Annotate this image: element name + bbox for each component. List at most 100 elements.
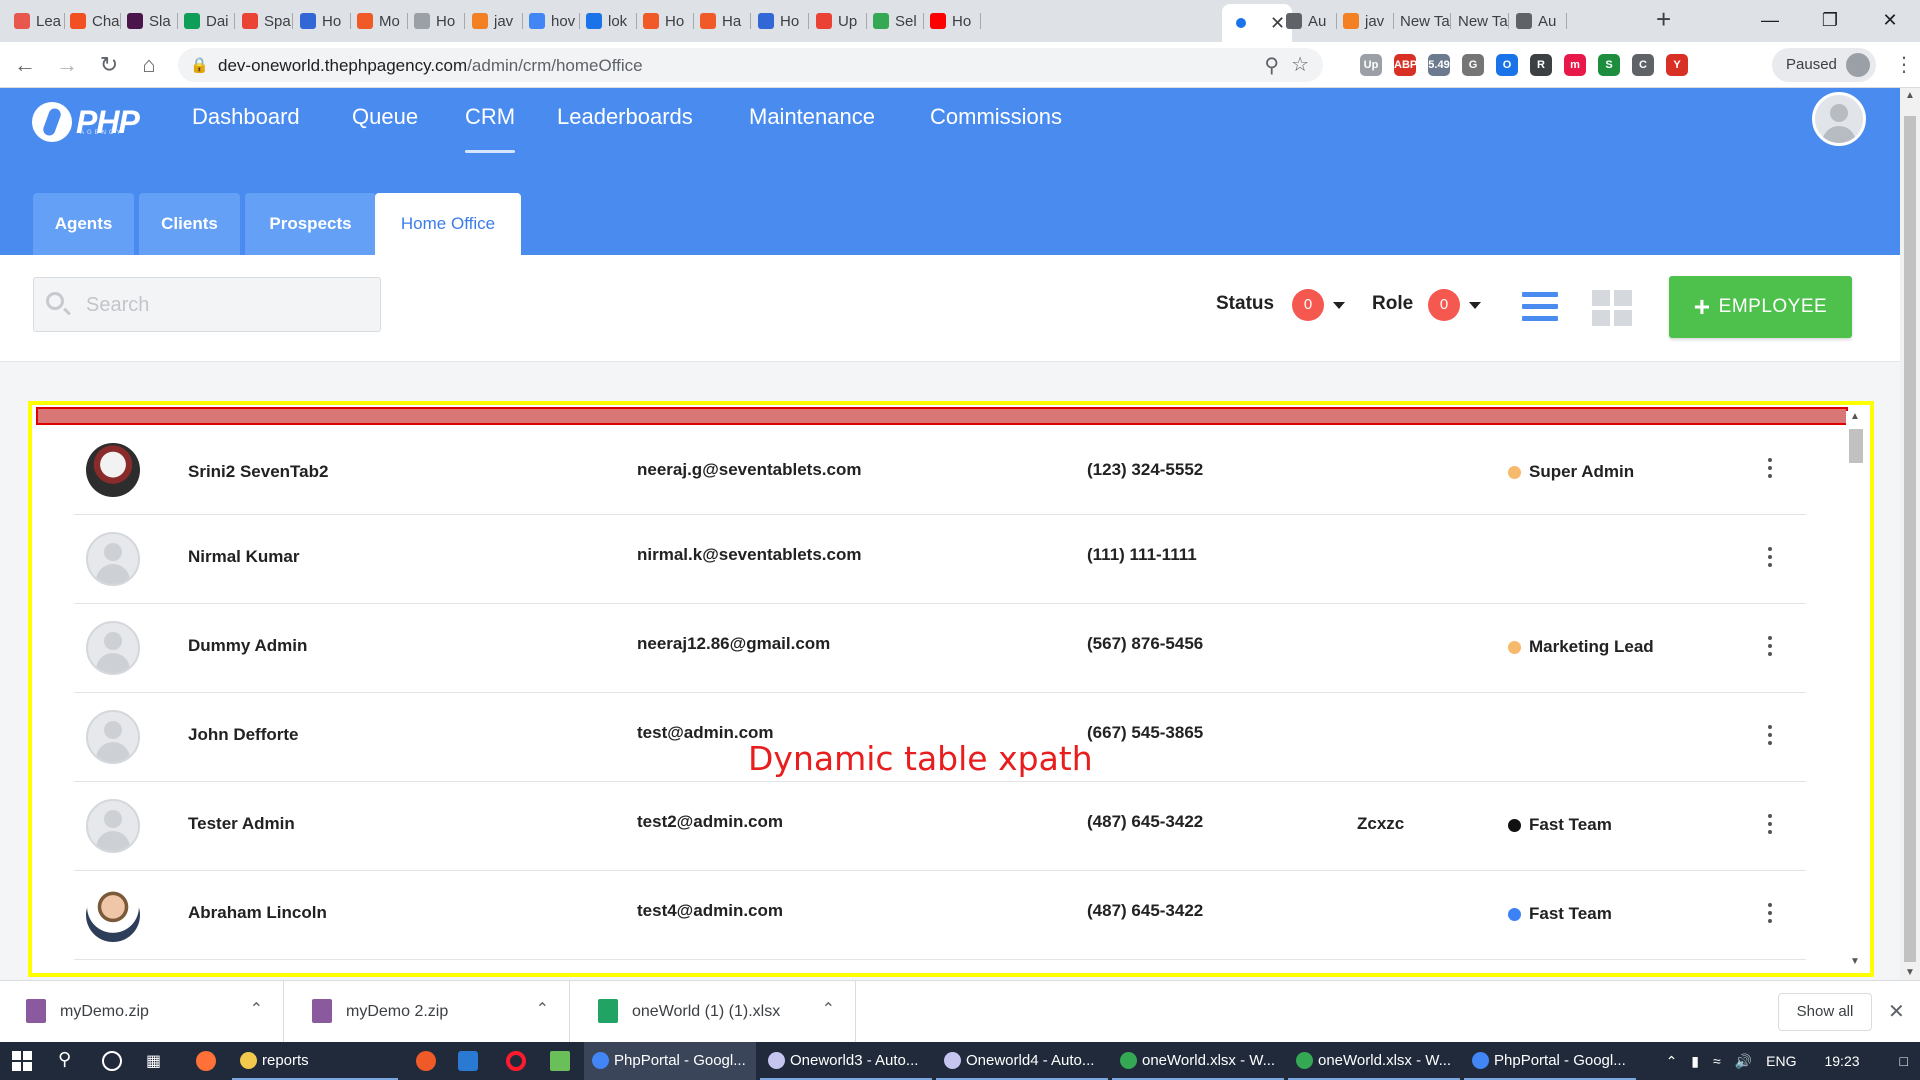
extension-icon[interactable]: ABP xyxy=(1394,54,1417,76)
language-indicator[interactable]: ENG xyxy=(1766,1053,1796,1069)
list-view-icon[interactable] xyxy=(1522,292,1558,322)
browser-menu-icon[interactable]: ⋮ xyxy=(1894,52,1914,77)
download-options-chevron-icon[interactable]: ⌃ xyxy=(822,999,835,1019)
taskbar-window-button[interactable]: Oneworld4 - Auto... xyxy=(936,1042,1108,1080)
notifications-icon[interactable]: □ xyxy=(1900,1053,1908,1069)
table-scrollbar[interactable]: ▲ ▼ xyxy=(1846,411,1864,967)
extension-icon[interactable]: Y xyxy=(1666,54,1688,76)
extension-icon[interactable]: S xyxy=(1598,54,1620,76)
cortana-icon[interactable] xyxy=(102,1051,122,1071)
firefox-icon[interactable] xyxy=(196,1051,216,1071)
browser-tab[interactable]: Ho xyxy=(637,6,694,36)
browser-tab[interactable]: New Ta xyxy=(1452,6,1509,36)
url-text[interactable]: dev-oneworld.thephpagency.com/admin/crm/… xyxy=(218,56,643,76)
table-row[interactable]: Srini2 SevenTab2 neeraj.g@seventablets.co… xyxy=(74,426,1806,515)
status-filter-caret-icon[interactable] xyxy=(1333,302,1345,309)
browser-tab[interactable]: jav xyxy=(466,6,523,36)
bookmark-star-icon[interactable]: ☆ xyxy=(1291,52,1309,77)
nav-maintenance[interactable]: Maintenance xyxy=(749,104,875,130)
browser-tab[interactable]: New Ta xyxy=(1394,6,1451,36)
download-item[interactable]: myDemo 2.zip ⌃ xyxy=(286,981,570,1043)
tab-agents[interactable]: Agents xyxy=(33,193,134,255)
table-row[interactable]: Tester Admin test2@admin.com (487) 645-342… xyxy=(74,782,1806,871)
role-filter-count[interactable]: 0 xyxy=(1428,289,1460,321)
search-input[interactable] xyxy=(86,290,366,320)
download-item[interactable]: oneWorld (1) (1).xlsx ⌃ xyxy=(572,981,856,1043)
browser-tab[interactable]: Ho xyxy=(924,6,981,36)
user-avatar[interactable] xyxy=(1812,92,1866,146)
task-view-icon[interactable]: ▦ xyxy=(146,1051,166,1071)
role-filter-label[interactable]: Role xyxy=(1372,293,1413,315)
extension-icon[interactable]: O xyxy=(1496,54,1518,76)
php-agency-logo[interactable]: PHP xyxy=(32,102,140,142)
minimize-icon[interactable]: — xyxy=(1740,0,1800,42)
notepad-icon[interactable] xyxy=(550,1051,570,1071)
browser-tab[interactable]: Ho xyxy=(752,6,809,36)
taskbar-window-button[interactable]: oneWorld.xlsx - W... xyxy=(1288,1042,1460,1080)
taskbar-window-button[interactable]: Oneworld3 - Auto... xyxy=(760,1042,932,1080)
zoom-icon[interactable]: ⚲ xyxy=(1264,53,1279,78)
table-row[interactable]: Abraham Lincoln test4@admin.com (487) 645-… xyxy=(74,871,1806,960)
browser-tab[interactable]: jav xyxy=(1337,6,1394,36)
extension-icon[interactable]: R xyxy=(1530,54,1552,76)
tray-chevron-icon[interactable]: ⌃ xyxy=(1666,1053,1678,1070)
nav-leaderboards[interactable]: Leaderboards xyxy=(557,104,693,130)
extension-icon[interactable]: 5.49 xyxy=(1428,54,1450,76)
browser-tab[interactable]: Lea xyxy=(8,6,65,36)
opera-icon[interactable] xyxy=(506,1051,526,1071)
row-actions-icon[interactable] xyxy=(1767,903,1773,923)
clock[interactable]: 19:23 xyxy=(1824,1053,1859,1069)
row-actions-icon[interactable] xyxy=(1767,814,1773,834)
browser-tab[interactable]: Dai xyxy=(178,6,235,36)
browser-tab[interactable]: lok xyxy=(580,6,637,36)
browser-tab[interactable]: Sel xyxy=(867,6,924,36)
role-filter-caret-icon[interactable] xyxy=(1469,302,1481,309)
download-options-chevron-icon[interactable]: ⌃ xyxy=(536,999,549,1019)
nav-dashboard[interactable]: Dashboard xyxy=(192,104,300,130)
page-scroll-up-icon[interactable]: ▲ xyxy=(1905,90,1915,101)
close-downloads-icon[interactable]: ✕ xyxy=(1888,999,1905,1024)
browser-tab[interactable]: Ho xyxy=(294,6,351,36)
windows-start-icon[interactable] xyxy=(12,1051,32,1071)
show-all-button[interactable]: Show all xyxy=(1778,993,1872,1031)
extension-icon[interactable]: m xyxy=(1564,54,1586,76)
taskbar-search-icon[interactable]: ⚲ xyxy=(58,1049,78,1069)
wifi-icon[interactable]: ≈ xyxy=(1713,1053,1721,1069)
download-options-chevron-icon[interactable]: ⌃ xyxy=(250,999,263,1019)
table-row[interactable]: Dummy Admin neeraj12.86@gmail.com (567) 87… xyxy=(74,604,1806,693)
nav-crm[interactable]: CRM xyxy=(465,104,516,153)
scroll-up-icon[interactable]: ▲ xyxy=(1850,411,1860,422)
reload-icon[interactable]: ↻ xyxy=(94,50,124,80)
row-actions-icon[interactable] xyxy=(1767,458,1773,478)
vscode-icon[interactable] xyxy=(458,1051,478,1071)
browser-tab[interactable]: Up xyxy=(810,6,867,36)
nav-commissions[interactable]: Commissions xyxy=(930,104,1062,130)
extension-icon[interactable]: Up xyxy=(1360,54,1382,76)
taskbar-window-button[interactable]: reports xyxy=(232,1042,398,1080)
git-icon[interactable] xyxy=(416,1051,436,1071)
nav-queue[interactable]: Queue xyxy=(352,104,418,130)
status-filter-count[interactable]: 0 xyxy=(1292,289,1324,321)
home-icon[interactable]: ⌂ xyxy=(134,50,164,80)
browser-tab[interactable]: Cha xyxy=(64,6,121,36)
browser-tab[interactable]: Ho xyxy=(408,6,465,36)
add-employee-button[interactable]: + EMPLOYEE xyxy=(1669,276,1852,338)
back-icon[interactable]: ← xyxy=(10,50,40,80)
battery-icon[interactable]: ▮ xyxy=(1691,1053,1699,1070)
new-tab-button[interactable]: + xyxy=(1656,4,1671,35)
grid-view-icon[interactable] xyxy=(1592,290,1632,326)
page-scrollbar[interactable]: ▲ ▼ xyxy=(1900,88,1920,980)
taskbar-window-button[interactable]: oneWorld.xlsx - W... xyxy=(1112,1042,1284,1080)
table-scroll-thumb[interactable] xyxy=(1849,429,1863,463)
close-window-icon[interactable]: ✕ xyxy=(1860,0,1920,42)
tab-home-office[interactable]: Home Office xyxy=(375,193,521,255)
tab-prospects[interactable]: Prospects xyxy=(245,193,376,255)
tab-clients[interactable]: Clients xyxy=(139,193,240,255)
table-row[interactable]: Nirmal Kumar nirmal.k@seventablets.com (11… xyxy=(74,515,1806,604)
browser-tab[interactable]: Au xyxy=(1280,6,1337,36)
forward-icon[interactable]: → xyxy=(52,50,82,80)
browser-tab[interactable]: Mo xyxy=(351,6,408,36)
browser-tab[interactable]: Spa xyxy=(236,6,293,36)
page-scroll-down-icon[interactable]: ▼ xyxy=(1905,967,1915,978)
taskbar-window-button[interactable]: PhpPortal - Googl... xyxy=(1464,1042,1636,1080)
